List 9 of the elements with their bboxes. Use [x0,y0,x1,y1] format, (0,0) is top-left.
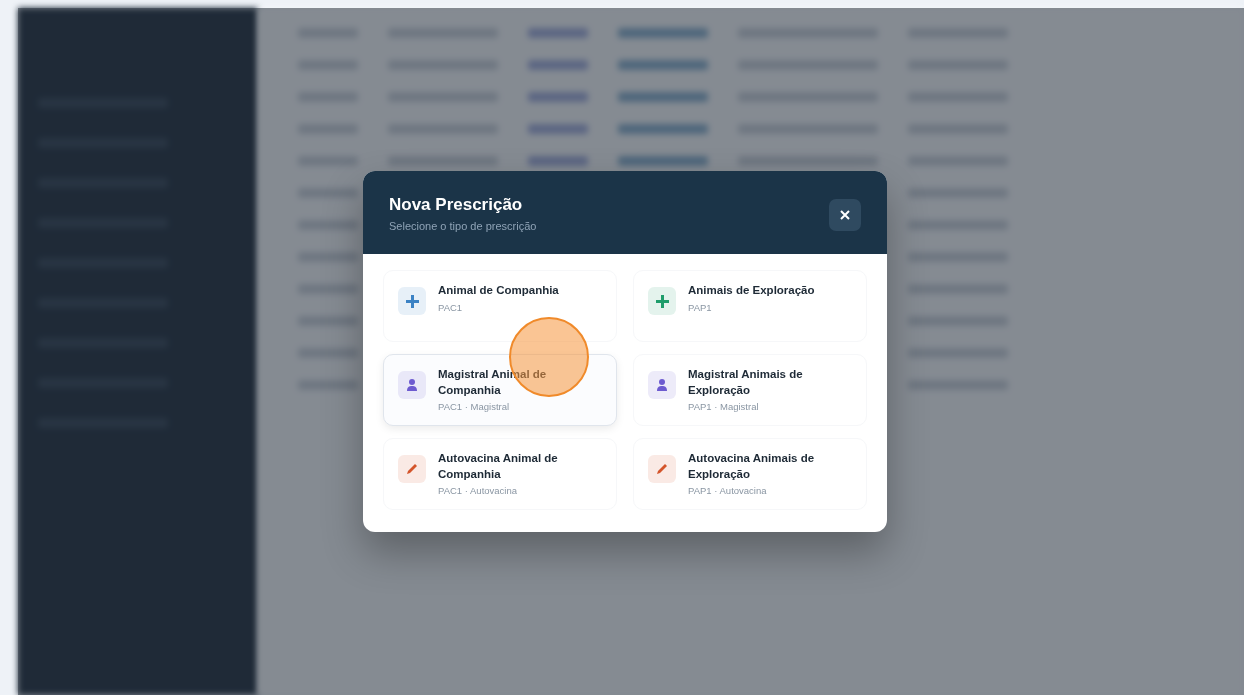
prescription-type-option[interactable]: Animal de Companhia PAC1 [383,270,617,342]
close-button[interactable] [829,199,861,231]
dialog-title: Nova Prescrição [389,195,524,215]
dialog-subtitle: Selecione o tipo de prescrição [389,220,537,232]
close-icon [840,210,850,220]
prescription-type-option[interactable]: Autovacina Animais de Exploração PAP1 · Autovacina [633,438,867,510]
prescription-type-option[interactable]: Magistral Animais de Exploração PAP1 · Magistral [633,354,867,426]
prescription-type-option[interactable]: Autovacina Animal de Companhia PAC1 · Autovacina [383,438,617,510]
prescription-type-option[interactable]: Animais de Exploração PAP1 [633,270,867,342]
